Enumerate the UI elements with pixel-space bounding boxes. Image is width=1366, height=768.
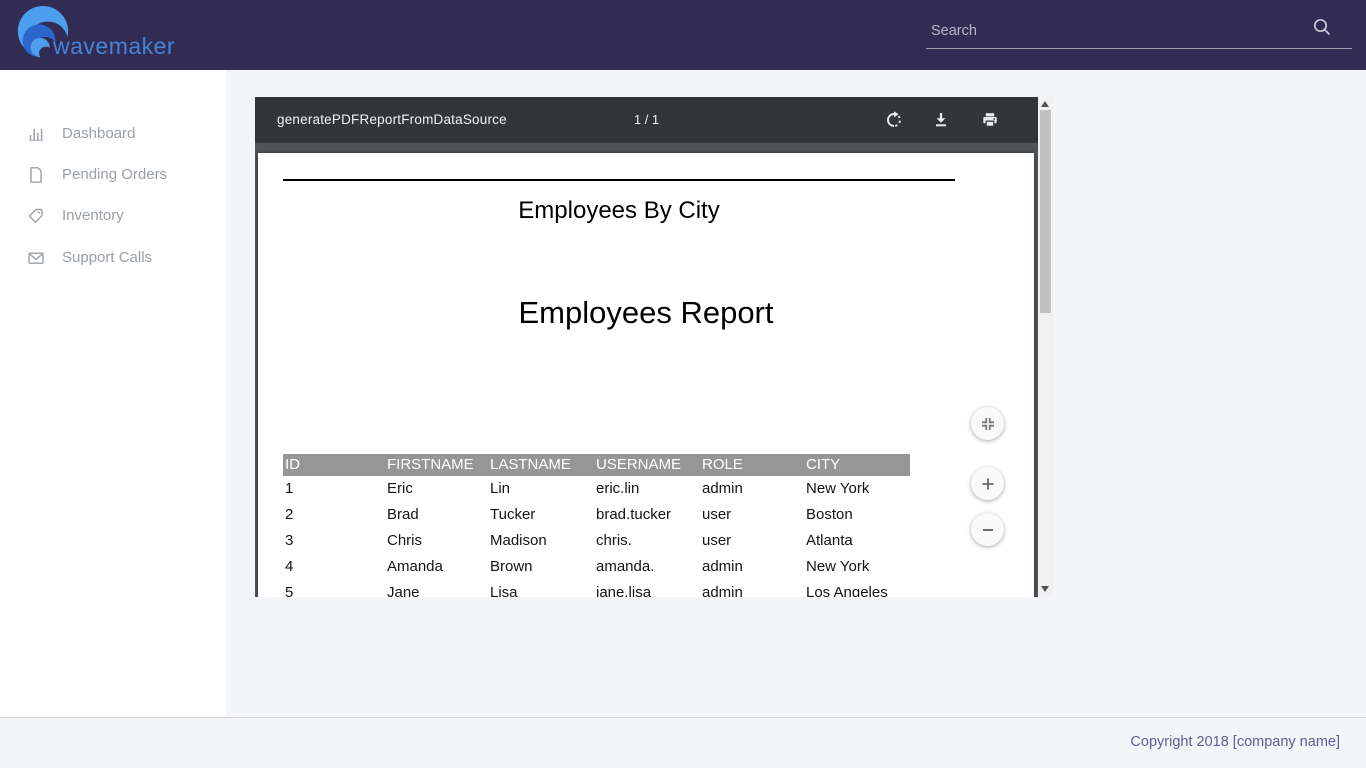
cell-role: admin (700, 476, 804, 502)
pdf-toolbar: generatePDFReportFromDataSource 1 / 1 (255, 97, 1038, 143)
download-icon[interactable] (932, 111, 950, 129)
cell-id: 4 (283, 554, 385, 580)
minus-icon (979, 521, 997, 539)
cell-firstname: Amanda (385, 554, 488, 580)
table-row: 5 Jane Lisa jane.lisa admin Los Angeles (283, 580, 910, 597)
cell-role: user (700, 528, 804, 554)
cell-username: brad.tucker (594, 502, 700, 528)
cell-username: chris. (594, 528, 700, 554)
sidebar-item-dashboard[interactable]: Dashboard (0, 113, 226, 154)
table-row: 2 Brad Tucker brad.tucker user Boston (283, 502, 910, 528)
table-row: 1 Eric Lin eric.lin admin New York (283, 476, 910, 502)
column-header: FIRSTNAME (385, 454, 488, 476)
pdf-document-title: generatePDFReportFromDataSource (277, 97, 507, 143)
scroll-up-arrow-icon[interactable] (1041, 101, 1049, 107)
cell-firstname: Chris (385, 528, 488, 554)
fit-to-page-button[interactable] (971, 407, 1004, 440)
report-heading: Employees Report (258, 295, 1034, 331)
sidebar-item-inventory[interactable]: Inventory (0, 195, 226, 236)
cell-role: admin (700, 554, 804, 580)
scrollbar-thumb[interactable] (1040, 110, 1051, 313)
sidebar-item-support-calls[interactable]: Support Calls (0, 237, 226, 278)
cell-city: Atlanta (804, 528, 908, 554)
envelope-icon (27, 249, 45, 267)
search-input[interactable] (926, 18, 1316, 44)
report-divider-line (283, 179, 955, 181)
cell-username: jane.lisa (594, 580, 700, 597)
document-icon (27, 166, 45, 184)
column-header: ID (283, 454, 385, 476)
fit-icon (979, 415, 997, 433)
cell-firstname: Jane (385, 580, 488, 597)
top-navbar: wavemaker (0, 0, 1366, 70)
cell-city: Boston (804, 502, 908, 528)
cell-id: 2 (283, 502, 385, 528)
copyright-text: Copyright 2018 [company name] (1130, 734, 1340, 750)
zoom-in-button[interactable] (971, 467, 1004, 500)
scroll-down-arrow-icon[interactable] (1041, 586, 1049, 592)
bar-chart-icon (27, 125, 45, 143)
print-icon[interactable] (981, 111, 999, 129)
search-icon[interactable] (1312, 17, 1332, 37)
table-header-row: ID FIRSTNAME LASTNAME USERNAME ROLE CITY (283, 454, 910, 476)
main-content: generatePDFReportFromDataSource 1 / 1 (226, 70, 1366, 717)
cell-id: 3 (283, 528, 385, 554)
cell-firstname: Brad (385, 502, 488, 528)
cell-lastname: Madison (488, 528, 594, 554)
column-header: LASTNAME (488, 454, 594, 476)
plus-icon (979, 475, 997, 493)
pdf-page: Employees By City Employees Report ID FI… (258, 153, 1034, 597)
cell-firstname: Eric (385, 476, 488, 502)
pdf-scrollbar[interactable] (1038, 97, 1053, 597)
brand-name: wavemaker (53, 33, 175, 60)
cell-city: Los Angeles (804, 580, 908, 597)
pdf-canvas-area[interactable]: Employees By City Employees Report ID FI… (255, 143, 1038, 597)
report-section-title: Employees By City (283, 197, 955, 225)
tag-icon (27, 207, 45, 225)
sidebar-item-label: Support Calls (62, 249, 152, 266)
cell-username: amanda. (594, 554, 700, 580)
employees-table: ID FIRSTNAME LASTNAME USERNAME ROLE CITY… (283, 454, 910, 597)
cell-id: 5 (283, 580, 385, 597)
cell-role: admin (700, 580, 804, 597)
column-header: ROLE (700, 454, 804, 476)
table-row: 4 Amanda Brown amanda. admin New York (283, 554, 910, 580)
cell-lastname: Brown (488, 554, 594, 580)
left-sidebar: Dashboard Pending Orders Inventory Suppo… (0, 70, 226, 717)
cell-city: New York (804, 476, 908, 502)
cell-username: eric.lin (594, 476, 700, 502)
cell-lastname: Tucker (488, 502, 594, 528)
rotate-icon[interactable] (885, 111, 903, 129)
column-header: USERNAME (594, 454, 700, 476)
cell-lastname: Lisa (488, 580, 594, 597)
sidebar-item-label: Dashboard (62, 125, 135, 142)
zoom-out-button[interactable] (971, 513, 1004, 546)
pdf-viewer: generatePDFReportFromDataSource 1 / 1 (255, 97, 1053, 597)
cell-lastname: Lin (488, 476, 594, 502)
sidebar-item-label: Inventory (62, 207, 124, 224)
column-header: CITY (804, 454, 908, 476)
cell-role: user (700, 502, 804, 528)
page-footer: Copyright 2018 [company name] (0, 717, 1366, 768)
search-field-wrap (926, 14, 1352, 49)
table-row: 3 Chris Madison chris. user Atlanta (283, 528, 910, 554)
sidebar-item-pending-orders[interactable]: Pending Orders (0, 154, 226, 195)
cell-id: 1 (283, 476, 385, 502)
cell-city: New York (804, 554, 908, 580)
pdf-page-indicator: 1 / 1 (634, 97, 659, 143)
sidebar-item-label: Pending Orders (62, 166, 167, 183)
